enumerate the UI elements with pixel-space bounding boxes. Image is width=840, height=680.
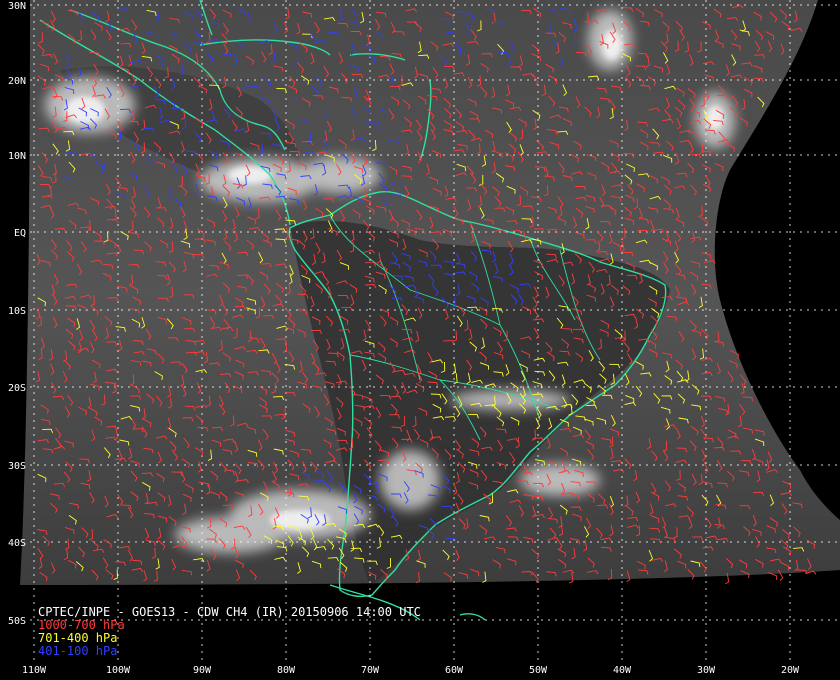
lon-label-20w: 20W	[781, 665, 800, 676]
lat-label-50s: 50S	[8, 616, 26, 627]
lat-label-30n: 30N	[8, 1, 26, 12]
lon-label-60w: 60W	[445, 665, 464, 676]
satellite-wind-map: 30N 20N 10N EQ 10S 20S 30S 40S 50S 110W …	[0, 0, 840, 680]
lat-label-40s: 40S	[8, 538, 26, 549]
lon-label-110w: 110W	[22, 665, 47, 676]
legend-high-level: 401-100 hPa	[38, 644, 117, 658]
lat-label-30s: 30S	[8, 461, 26, 472]
lon-label-100w: 100W	[106, 665, 131, 676]
legend-low-level: 1000-700 hPa	[38, 618, 125, 632]
lon-label-30w: 30W	[697, 665, 716, 676]
map-caption: CPTEC/INPE - GOES13 - CDW CH4 (IR) 20150…	[38, 605, 421, 658]
lat-label-10s: 10S	[8, 306, 26, 317]
map-canvas: 30N 20N 10N EQ 10S 20S 30S 40S 50S 110W …	[8, 0, 840, 676]
lon-label-40w: 40W	[613, 665, 632, 676]
lon-label-80w: 80W	[277, 665, 296, 676]
longitude-labels: 110W 100W 90W 80W 70W 60W 50W 40W 30W 20…	[22, 665, 800, 676]
lon-label-90w: 90W	[193, 665, 212, 676]
lat-label-eq: EQ	[14, 228, 26, 239]
lon-label-70w: 70W	[361, 665, 380, 676]
lat-label-20n: 20N	[8, 76, 26, 87]
lat-label-20s: 20S	[8, 383, 26, 394]
map-title: CPTEC/INPE - GOES13 - CDW CH4 (IR) 20150…	[38, 605, 421, 619]
lon-label-50w: 50W	[529, 665, 548, 676]
falklands-coastline	[459, 613, 486, 621]
lat-label-10n: 10N	[8, 151, 26, 162]
legend-mid-level: 701-400 hPa	[38, 631, 117, 645]
